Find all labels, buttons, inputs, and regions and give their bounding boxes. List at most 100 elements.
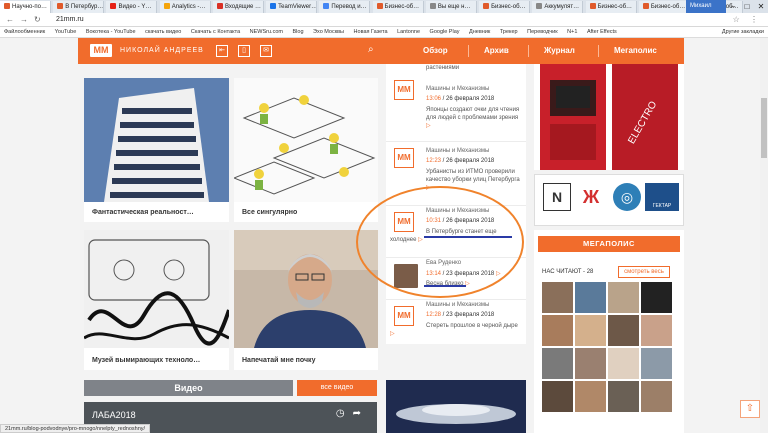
reload-icon[interactable]: ↻ [34, 15, 41, 24]
megapolis-title[interactable]: МЕГАПОЛИС [538, 236, 680, 252]
scrollbar-thumb[interactable] [761, 98, 767, 158]
browser-tab[interactable]: Аккумулят… [532, 1, 584, 13]
minimize-icon[interactable]: – [726, 0, 740, 13]
browser-tab[interactable]: Научно-по… [0, 1, 51, 13]
reader-avatar[interactable] [641, 315, 672, 346]
browser-tab[interactable]: Перевод и… [319, 1, 371, 13]
time-value: 13:06 [426, 96, 442, 102]
site-logo[interactable]: ММ [90, 44, 112, 57]
bookmark[interactable]: Вокотека - YouTube [82, 27, 140, 35]
bookmark[interactable]: Google Play [426, 27, 464, 35]
reader-avatar[interactable] [575, 381, 606, 412]
bookmark[interactable]: After Effects [583, 27, 621, 35]
browser-tab[interactable]: Видео - Y… [106, 1, 158, 13]
article-image[interactable] [386, 380, 526, 433]
clock-icon[interactable]: ◷ [336, 408, 353, 419]
maximize-icon[interactable]: □ [740, 0, 754, 13]
login-icon[interactable]: ⇤ [216, 45, 228, 57]
browser-tab[interactable]: Входящие … [212, 1, 264, 13]
other-bookmarks[interactable]: Другие закладки [722, 29, 764, 35]
reader-avatar[interactable] [608, 381, 639, 412]
partner-logo[interactable]: ГЕКТАР [645, 183, 679, 211]
bookmark[interactable]: Скачать с Контакта [187, 27, 244, 35]
bookmark[interactable]: Эхо Москвы [309, 27, 348, 35]
browser-tab[interactable]: Бизнес-об… [585, 1, 637, 13]
feed-title[interactable]: Стереть прошлое в черной дыре ▷ [390, 322, 522, 338]
reader-avatar[interactable] [575, 315, 606, 346]
menu-item-archive[interactable]: Архив [484, 46, 509, 55]
browser-tab[interactable]: Вы еще н… [425, 1, 477, 13]
bookmark[interactable]: Дневник [465, 27, 494, 35]
browser-tab[interactable]: Бизнес-об… [372, 1, 424, 13]
card-caption: Напечатай мне почку [242, 357, 316, 364]
site-header: ММ НИКОЛАЙ АНДРЕЕВ ⇤ ▯ ✉ ⌕ Обзор Архив Ж… [78, 38, 684, 64]
feed-item[interactable]: ММ Машины и Механизмы 13:06 / 26 февраля… [386, 74, 526, 142]
all-videos-button[interactable]: все видео [297, 380, 377, 396]
bookmark[interactable]: Blog [289, 27, 308, 35]
office-illustration [234, 78, 378, 202]
menu-item-overview[interactable]: Обзор [423, 46, 448, 55]
browser-tab[interactable]: Analytics -… [159, 1, 211, 13]
browser-tab[interactable]: TeamViewer… [266, 1, 318, 13]
tab-label: Перевод и… [331, 4, 367, 10]
bookmark[interactable]: Трекер [496, 27, 522, 35]
bookmark[interactable]: Переводчик [523, 27, 561, 35]
reader-avatar[interactable] [608, 315, 639, 346]
author-name[interactable]: НИКОЛАЙ АНДРЕЕВ [120, 47, 204, 54]
bookmark[interactable]: NEWSru.com [246, 27, 287, 35]
favicon-icon [536, 3, 543, 9]
browser-user-badge[interactable]: Михаил [686, 0, 726, 13]
menu-item-journal[interactable]: Журнал [544, 46, 575, 55]
bookmark[interactable]: Файлообменник [0, 27, 49, 35]
forward-icon[interactable]: → [20, 15, 28, 24]
reader-avatar[interactable] [641, 348, 672, 379]
ad-banner[interactable]: ELECTRO [534, 64, 684, 170]
share-icon[interactable]: ➦ [353, 408, 369, 419]
article-card[interactable]: Все сингулярно [234, 78, 378, 222]
reader-avatar[interactable] [542, 282, 573, 313]
feed-source: Машины и Механизмы [426, 302, 490, 308]
close-icon[interactable]: ✕ [754, 0, 768, 13]
reader-avatar[interactable] [542, 381, 573, 412]
reader-avatar[interactable] [575, 282, 606, 313]
tab-label: TeamViewer… [278, 4, 318, 10]
bookmark[interactable]: N+1 [563, 27, 581, 35]
bookmark[interactable]: скачать видео [141, 27, 185, 35]
see-all-button[interactable]: смотреть весь [618, 266, 670, 278]
page-scrollbar[interactable] [760, 38, 768, 433]
extension-icons[interactable]: ☆ ⋮ [733, 15, 762, 24]
reader-avatar[interactable] [542, 315, 573, 346]
menu-item-megapolis[interactable]: Мегаполис [614, 46, 657, 55]
browser-tab[interactable]: В Петербур… [53, 1, 105, 13]
building-image [84, 78, 229, 202]
partner-logo[interactable]: Ж [577, 183, 605, 211]
browser-tab[interactable]: Бизнес-об… [479, 1, 531, 13]
menu-divider [468, 45, 469, 57]
reader-avatar[interactable] [641, 282, 672, 313]
article-card[interactable]: Фантастическая реальност… [84, 78, 229, 222]
article-card[interactable]: Музей вымирающих техноло… [84, 230, 229, 370]
reader-avatar[interactable] [575, 348, 606, 379]
back-icon[interactable]: ← [6, 15, 14, 24]
browser-tab-strip: Научно-по… В Петербур… Видео - Y… Analyt… [0, 0, 768, 13]
reader-avatar[interactable] [608, 282, 639, 313]
partner-logo[interactable]: N [543, 183, 571, 211]
bookmark[interactable]: Новая Газета [350, 27, 392, 35]
browser-tab[interactable]: Бизнес-об… [638, 1, 690, 13]
scroll-to-top-button[interactable]: ⇧ [740, 400, 760, 418]
partner-logo[interactable]: ◎ [613, 183, 641, 211]
bookmark[interactable]: YouTube [51, 27, 81, 35]
feed-item[interactable]: ММ Машины и Механизмы 12:28 / 23 февраля… [386, 300, 526, 344]
page-icon[interactable]: ▯ [238, 45, 250, 57]
search-icon[interactable]: ⌕ [368, 44, 374, 55]
cassette-illustration [84, 230, 229, 348]
feed-title[interactable]: Японцы создают очки для чтения для людей… [426, 106, 522, 130]
chat-icon[interactable]: ✉ [260, 45, 272, 57]
readers-count: НАС ЧИТАЮТ - 28 [542, 269, 594, 275]
reader-avatar[interactable] [608, 348, 639, 379]
reader-avatar[interactable] [542, 348, 573, 379]
url-input[interactable]: 21mm.ru [52, 15, 732, 25]
megapolis-block: МЕГАПОЛИС НАС ЧИТАЮТ - 28 смотреть весь [534, 230, 684, 433]
reader-avatar[interactable] [641, 381, 672, 412]
bookmark[interactable]: Lantonne [393, 27, 424, 35]
